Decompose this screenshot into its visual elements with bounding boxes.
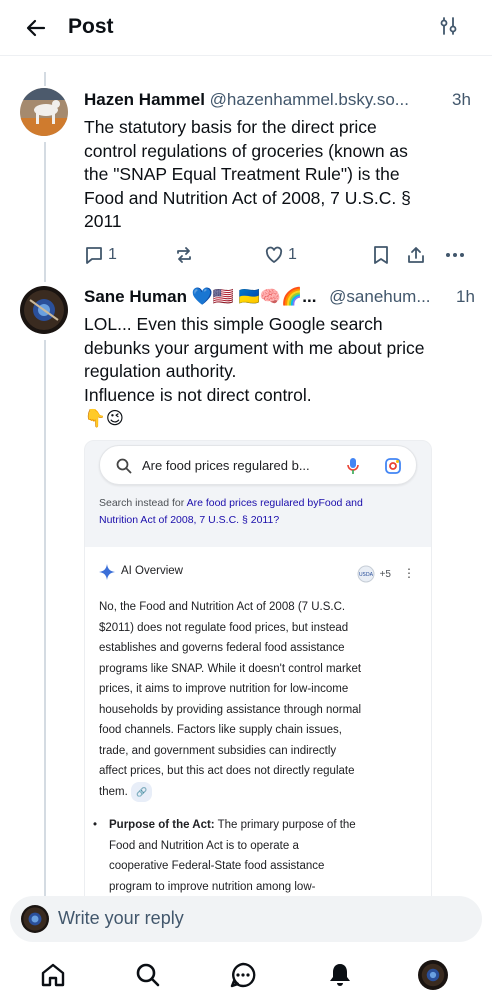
bell-icon	[330, 964, 350, 986]
text-line: food channels. Factors like supply chain…	[99, 724, 342, 736]
text-line: control regulations of groceries (known …	[84, 140, 408, 161]
lens-icon	[385, 458, 401, 474]
text-line: the "SNAP Equal Treatment Rule") is the	[84, 164, 400, 184]
avatar[interactable]	[20, 88, 68, 136]
text-line: No, the Food and Nutrition Act of 2008 (…	[99, 601, 346, 613]
nav-home[interactable]	[38, 960, 68, 990]
text-line: debunks your argument with me about pric…	[84, 337, 425, 358]
more-button[interactable]	[444, 245, 466, 265]
bullet-dot: •	[93, 819, 98, 831]
text-line: Food and Nutrition Act is to operate a	[109, 839, 299, 852]
nav-notifications[interactable]	[325, 960, 355, 990]
search-instead-link: Nutrition Act of 2008, 7 U.S.C. § 2011?	[99, 514, 280, 526]
sliders-icon	[440, 17, 457, 35]
text-line: them. 🔗	[99, 781, 409, 802]
reply-composer[interactable]: Write your reply	[10, 896, 482, 942]
text-line: 👇😉	[84, 408, 125, 428]
ai-overview-title: AI Overview	[121, 565, 183, 577]
nav-profile[interactable]	[418, 960, 448, 990]
post-image[interactable]: Are food prices regulared b... Search in…	[84, 440, 432, 910]
top-bar: Post	[0, 0, 492, 56]
thread-sort-button[interactable]	[438, 15, 462, 39]
thread-line	[44, 340, 46, 900]
text-line: Food and Nutrition Act of 2008, 7 U.S.C.…	[84, 187, 411, 208]
author-name[interactable]: Hazen Hammel	[84, 90, 205, 109]
source-logo-icon: USDA	[357, 565, 375, 583]
text-line: Purpose of the Act: The primary purpose …	[109, 819, 356, 831]
text-line: households by providing assistance throu…	[99, 703, 362, 716]
author-name[interactable]: Sane Human 💙🇺🇸 🇺🇦🧠🌈...	[84, 287, 316, 306]
post-actions: 1 1	[84, 242, 474, 268]
reply-icon	[86, 247, 102, 264]
back-button[interactable]	[22, 14, 50, 42]
like-button[interactable]: 1	[264, 245, 297, 265]
search-instead-prefix: Search instead for	[99, 497, 187, 509]
search-instead-link: Are food prices regulared byFood and	[186, 497, 363, 509]
ai-bullet: • Purpose of the Act: The primary purpos…	[93, 815, 409, 897]
ai-overview-card: AI Overview USDA +5 ⋮ No, the Food and N…	[85, 547, 431, 909]
arrow-left-icon	[26, 19, 46, 37]
like-count: 1	[288, 246, 297, 263]
svg-text:USDA: USDA	[359, 572, 374, 578]
more-dots-icon	[446, 253, 464, 257]
post-text: The statutory basis for the direct price…	[84, 116, 480, 234]
post-header: Hazen Hammel @hazenhammel.bsky.so...	[84, 90, 409, 110]
search-icon	[116, 458, 132, 474]
chat-icon	[230, 962, 256, 988]
post-header: Sane Human 💙🇺🇸 🇺🇦🧠🌈... @sanehum...	[84, 287, 431, 307]
text-line: LOL... Even this simple Google search	[84, 314, 383, 334]
text-line: programs like SNAP. While it doesn't con…	[99, 662, 362, 675]
text-line: cooperative Federal-State food assistanc…	[109, 860, 325, 872]
text-line: The statutory basis for the direct price	[84, 117, 377, 137]
share-button[interactable]	[406, 245, 426, 265]
nav-search[interactable]	[133, 960, 163, 990]
avatar	[21, 905, 49, 933]
post-time: 3h	[452, 90, 471, 109]
search-bar: Are food prices regulared b...	[99, 445, 417, 485]
bookmark-icon	[374, 246, 388, 264]
text-line: 2011	[84, 211, 122, 231]
bottom-nav	[0, 948, 492, 1000]
text-line: affect prices, but this act does not dir…	[99, 765, 355, 777]
bookmark-button[interactable]	[372, 245, 390, 265]
microphone-icon	[347, 458, 359, 474]
search-instead: Search instead for Are food prices regul…	[99, 495, 419, 529]
sources-chip: USDA +5	[357, 565, 391, 583]
search-query: Are food prices regulared b...	[142, 458, 310, 473]
repost-icon	[177, 247, 191, 263]
profile-avatar	[418, 960, 448, 990]
text-line: prices, it aims to improve nutrition for…	[99, 683, 349, 695]
link-icon: 🔗	[130, 781, 153, 802]
reply-button[interactable]: 1	[84, 245, 117, 265]
sparkle-icon	[99, 564, 115, 580]
text-line: establishes and governs federal food ass…	[99, 642, 345, 654]
author-handle[interactable]: @sanehum...	[329, 287, 430, 306]
text-line: $2011) does not regulate food prices, bu…	[99, 621, 349, 634]
avatar[interactable]	[20, 286, 68, 334]
repost-button[interactable]	[174, 245, 198, 265]
text-line: trade, and government subsidies can indi…	[99, 744, 337, 757]
sources-count: +5	[379, 568, 391, 580]
text-line: regulation authority.	[84, 361, 237, 381]
author-handle[interactable]: @hazenhammel.bsky.so...	[210, 90, 409, 109]
reply-placeholder[interactable]: Write your reply	[58, 908, 184, 929]
thread-line	[44, 72, 46, 86]
text-line: program to improve nutrition among low-	[109, 880, 316, 893]
text-line: Influence is not direct control.	[84, 384, 312, 405]
reply-count: 1	[108, 246, 117, 263]
home-icon	[41, 963, 65, 987]
post-time: 1h	[456, 287, 475, 306]
overflow-icon: ⋮	[403, 566, 415, 580]
share-icon	[408, 247, 424, 263]
search-icon	[136, 963, 160, 987]
page-title: Post	[68, 15, 114, 38]
post-text: LOL... Even this simple Google search de…	[84, 313, 480, 431]
nav-chat[interactable]	[228, 960, 258, 990]
thread-line	[44, 142, 46, 282]
ai-overview-body: No, the Food and Nutrition Act of 2008 (…	[99, 597, 409, 802]
heart-icon	[265, 246, 283, 263]
